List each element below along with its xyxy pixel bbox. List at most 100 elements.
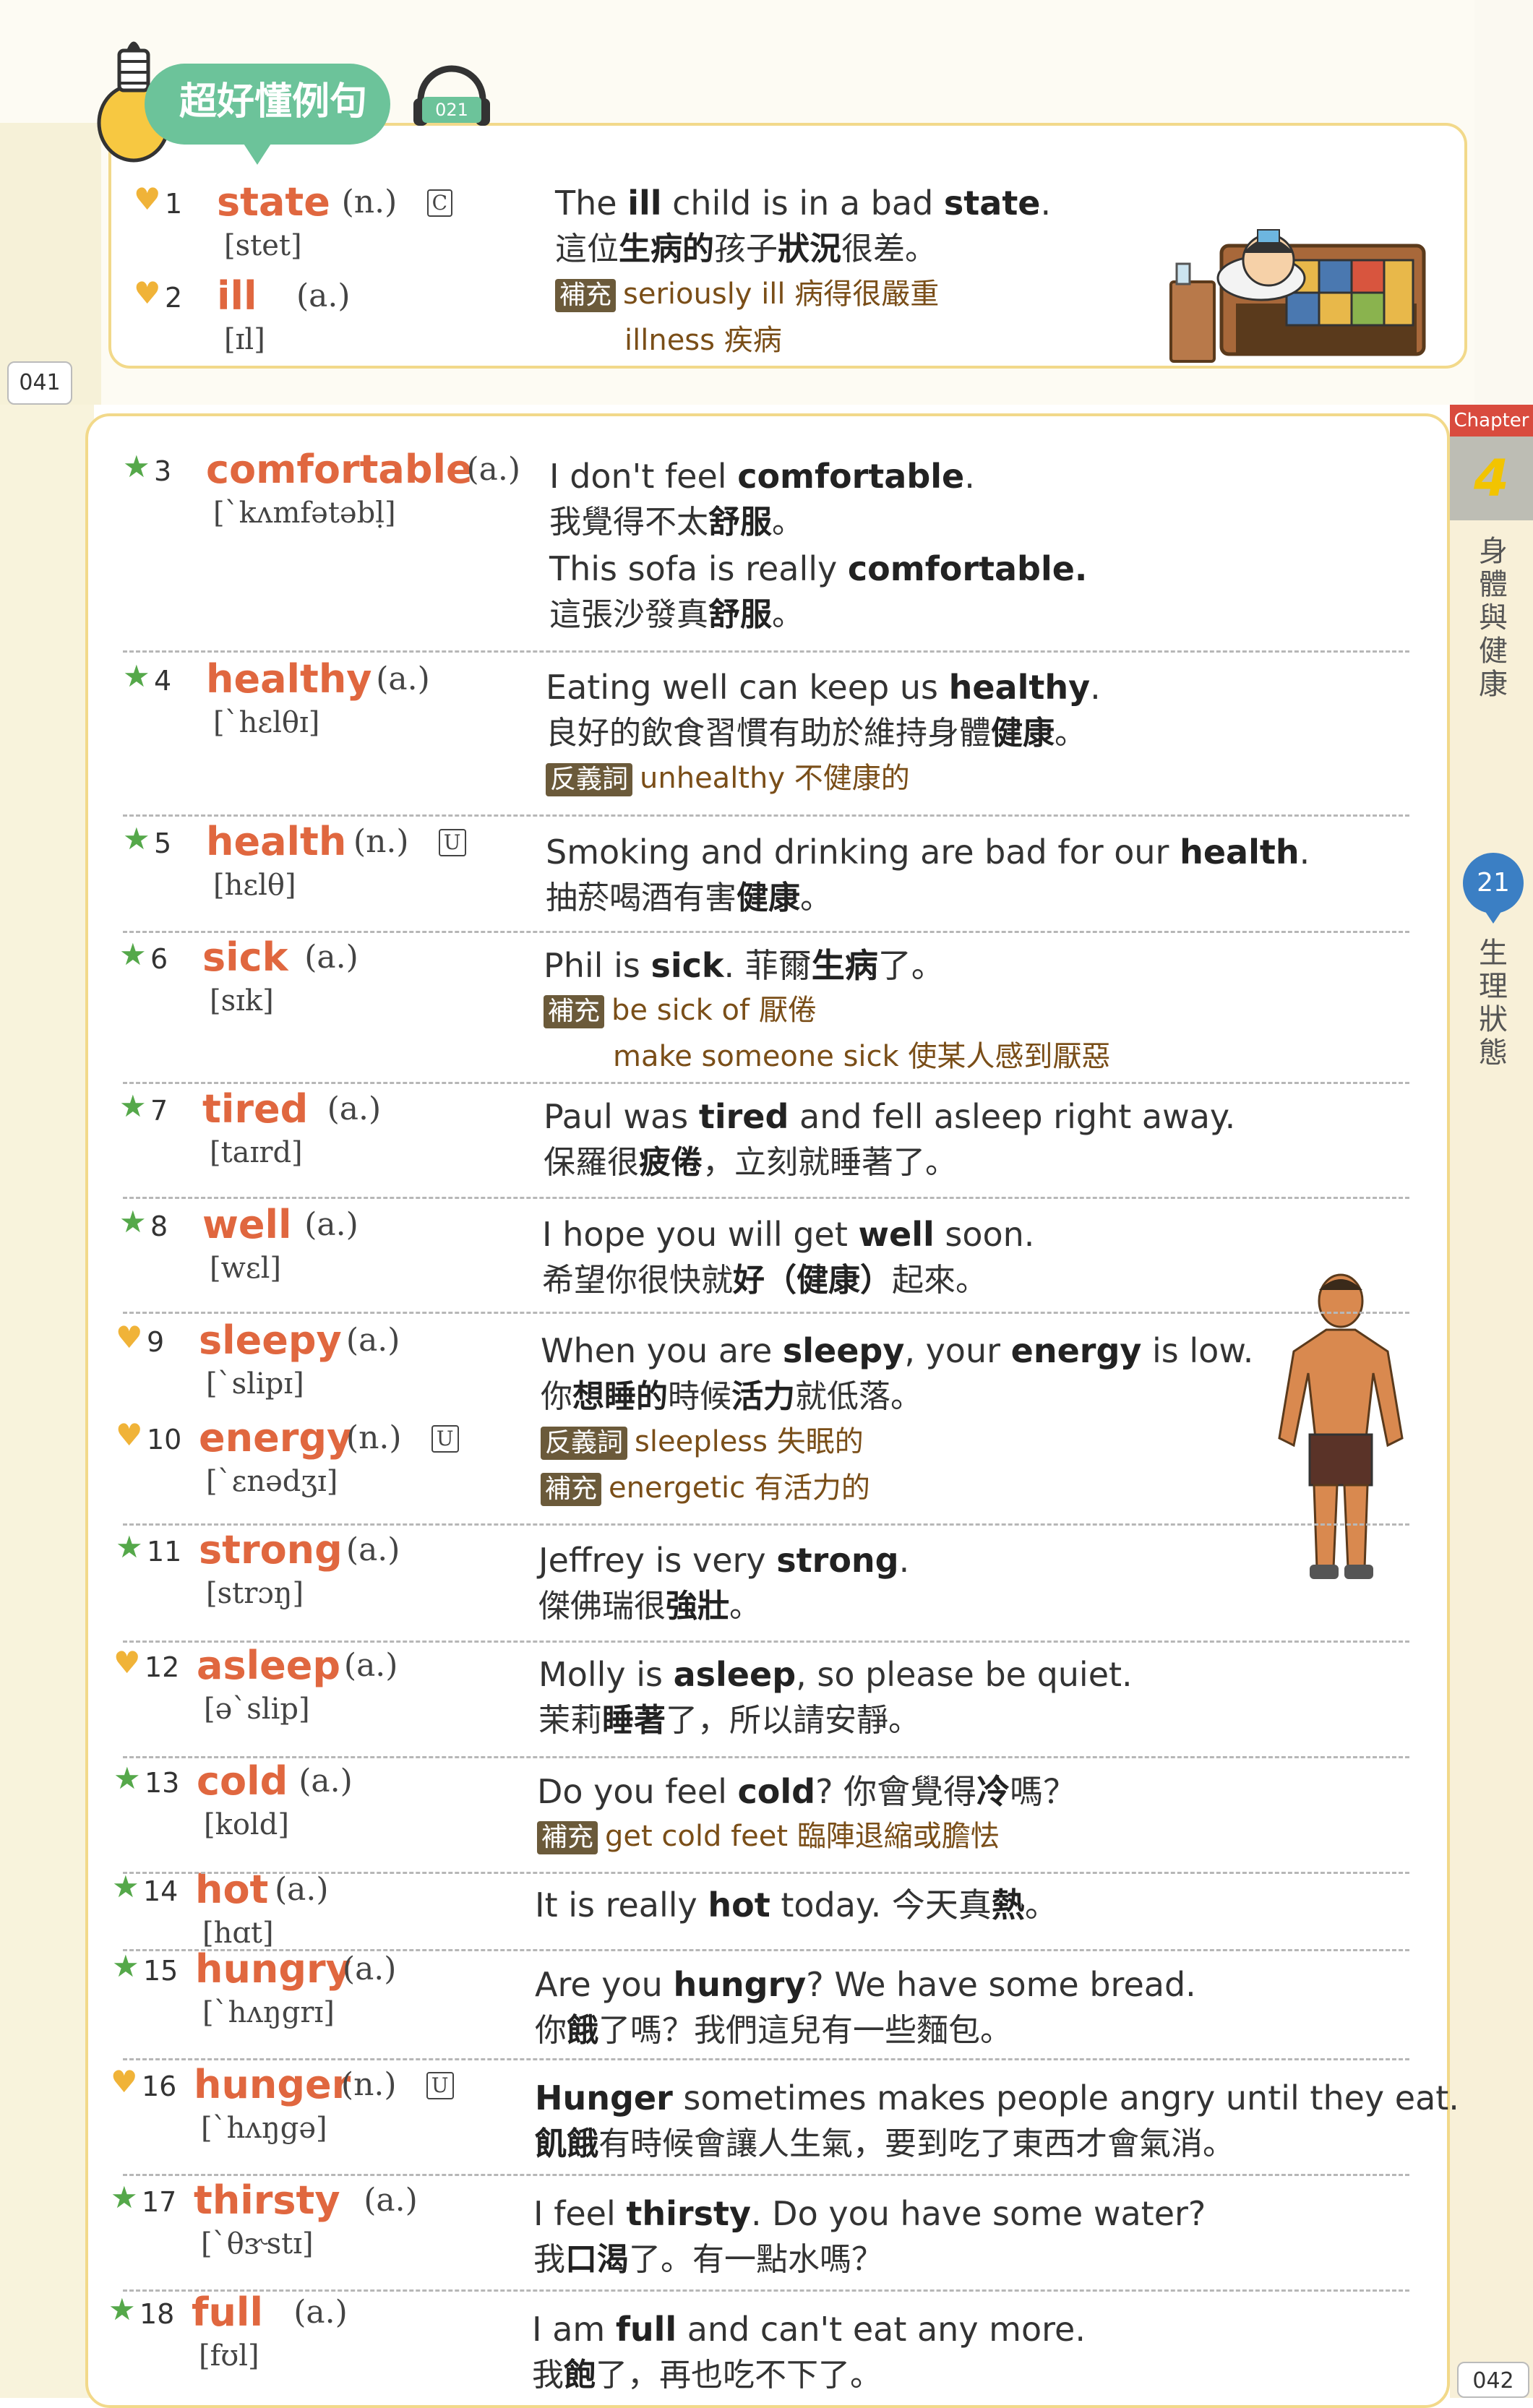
headword[interactable]: full (192, 2291, 263, 2334)
example-sentence-zh: 抽菸喝酒有害健康。 (546, 880, 832, 916)
part-of-speech: (a.) (327, 1091, 382, 1127)
star-icon: ★ (112, 1869, 139, 1904)
entry-number: 17 (142, 2186, 177, 2218)
star-icon: ★ (123, 821, 150, 856)
star-icon: ★ (123, 449, 150, 484)
phonetic: [sɪk] (210, 984, 274, 1018)
example-sentence-zh: 你想睡的時候活力就低落。 (541, 1378, 922, 1415)
part-of-speech: (a.) (296, 278, 351, 314)
heart-icon: ♥ (116, 1320, 143, 1355)
example-sentence-en: Phil is sick. 菲爾生病了。 (544, 946, 945, 985)
part-of-speech: (a.) (299, 1763, 353, 1799)
entry-divider (123, 931, 1409, 933)
unit-number-badge[interactable]: 21 (1463, 853, 1524, 913)
heart-icon: ♥ (134, 275, 161, 311)
entry-number: 7 (150, 1095, 168, 1127)
chapter-rail (1450, 405, 1533, 2398)
audio-track-label[interactable]: 021 (422, 97, 481, 123)
headword[interactable]: strong (199, 1528, 343, 1572)
entry-number: 10 (147, 1424, 182, 1455)
supplementary-note: 補充 be sick of 厭倦 (544, 989, 817, 1031)
phonetic: [əˋslip] (204, 1693, 310, 1726)
supplementary-note: 反義詞 sleepless 失眠的 (541, 1421, 864, 1463)
headword[interactable]: hot (195, 1868, 268, 1912)
part-of-speech: (a.) (304, 1206, 358, 1243)
star-icon: ★ (112, 1948, 139, 1984)
phonetic: [ˋθɝstɪ] (201, 2227, 314, 2261)
headword[interactable]: energy (199, 1416, 352, 1460)
entry-divider (123, 1197, 1409, 1199)
headword[interactable]: sick (202, 936, 288, 979)
star-icon: ★ (119, 1204, 147, 1239)
headword[interactable]: well (202, 1203, 292, 1247)
example-sentence-zh: 這位生病的孩子狀況很差。 (555, 231, 937, 267)
part-of-speech: (a.) (293, 2294, 348, 2331)
part-of-speech: (n.) (340, 2066, 397, 2103)
part-of-speech: (a.) (304, 939, 358, 976)
headword[interactable]: sleepy (199, 1319, 342, 1362)
example-sentence-en: Paul was tired and fell asleep right awa… (544, 1097, 1236, 1136)
example-sentence-en: Jeffrey is very strong. (538, 1541, 910, 1580)
star-icon: ★ (116, 1529, 143, 1565)
entry-number: 9 (147, 1326, 165, 1358)
supplementary-note: 補充 energetic 有活力的 (541, 1467, 870, 1509)
headword[interactable]: thirsty (194, 2179, 340, 2222)
supplementary-note-continued: illness 疾病 (624, 324, 782, 357)
countability-badge: U (438, 829, 466, 856)
page-number-left: 041 (7, 361, 72, 405)
headword[interactable]: asleep (197, 1644, 340, 1687)
example-sentence-zh: 良好的飲食習慣有助於維持身體健康。 (546, 715, 1086, 752)
page-number-right: 042 (1457, 2362, 1529, 2398)
example-sentence-en: Smoking and drinking are bad for our hea… (546, 833, 1310, 872)
entry-divider (123, 1872, 1409, 1874)
headword[interactable]: hungry (195, 1948, 351, 1991)
star-icon: ★ (123, 658, 150, 694)
unit-badge-pointer (1482, 906, 1505, 924)
part-of-speech: (a.) (343, 1647, 398, 1684)
example-sentence-en: When you are sleepy, your energy is low. (541, 1331, 1254, 1370)
headword[interactable]: tired (202, 1088, 308, 1131)
example-sentence-en: Do you feel cold? 你會覺得冷嗎？ (537, 1772, 1077, 1811)
supplementary-note: 反義詞 unhealthy 不健康的 (546, 757, 910, 799)
part-of-speech: (n.) (345, 1419, 402, 1456)
headword[interactable]: cold (197, 1760, 288, 1803)
headword[interactable]: health (206, 820, 346, 864)
headword[interactable]: ill (217, 275, 257, 318)
entry-divider (123, 1756, 1409, 1758)
example-sentence-zh: 保羅很疲倦，立刻就睡著了。 (544, 1144, 957, 1181)
unit-title: 生理狀態 (1479, 937, 1508, 1070)
entry-number: 11 (147, 1536, 182, 1568)
headword[interactable]: hunger (194, 2063, 351, 2107)
entry-number: 5 (154, 827, 172, 859)
heart-icon: ♥ (116, 1417, 143, 1453)
phonetic: [wɛl] (210, 1252, 281, 1285)
top-right-strip (1474, 0, 1533, 405)
part-of-speech: (a.) (364, 2182, 418, 2219)
chapter-label[interactable]: Chapter (1450, 405, 1533, 437)
part-of-speech: (a.) (466, 451, 521, 488)
phonetic: [ˋhɛlθɪ] (213, 706, 320, 739)
part-of-speech: (n.) (353, 823, 409, 860)
phonetic: [ˋhʌŋgrɪ] (202, 1996, 335, 2029)
part-of-speech: (n.) (341, 184, 398, 220)
phonetic: [ɪl] (224, 323, 265, 356)
entry-divider (123, 1523, 1409, 1526)
headword[interactable]: healthy (206, 658, 372, 701)
example-sentence-zh: 希望你很快就好（健康）起來。 (542, 1262, 987, 1299)
left-strip (0, 405, 94, 2398)
supplementary-note: 補充 seriously ill 病得很嚴重 (555, 273, 939, 315)
example-sentence-en: I feel thirsty. Do you have some water? (533, 2194, 1206, 2233)
headword[interactable]: state (217, 181, 330, 224)
banner-bubble-tail (239, 136, 276, 165)
heart-icon: ♥ (134, 181, 161, 217)
part-of-speech: (a.) (274, 1871, 329, 1908)
heart-icon: ♥ (113, 1645, 141, 1680)
example-sentence-zh: 傑佛瑞很強壯。 (538, 1588, 761, 1625)
entry-divider (123, 814, 1409, 817)
entry-divider (123, 1949, 1409, 1951)
example-sentence-en: Eating well can keep us healthy. (546, 668, 1101, 707)
entry-number: 13 (145, 1767, 180, 1799)
example-sentence-en: I don't feel comfortable. (549, 457, 975, 496)
headword[interactable]: comfortable (206, 448, 473, 491)
sick-child-illustration (1169, 229, 1426, 363)
